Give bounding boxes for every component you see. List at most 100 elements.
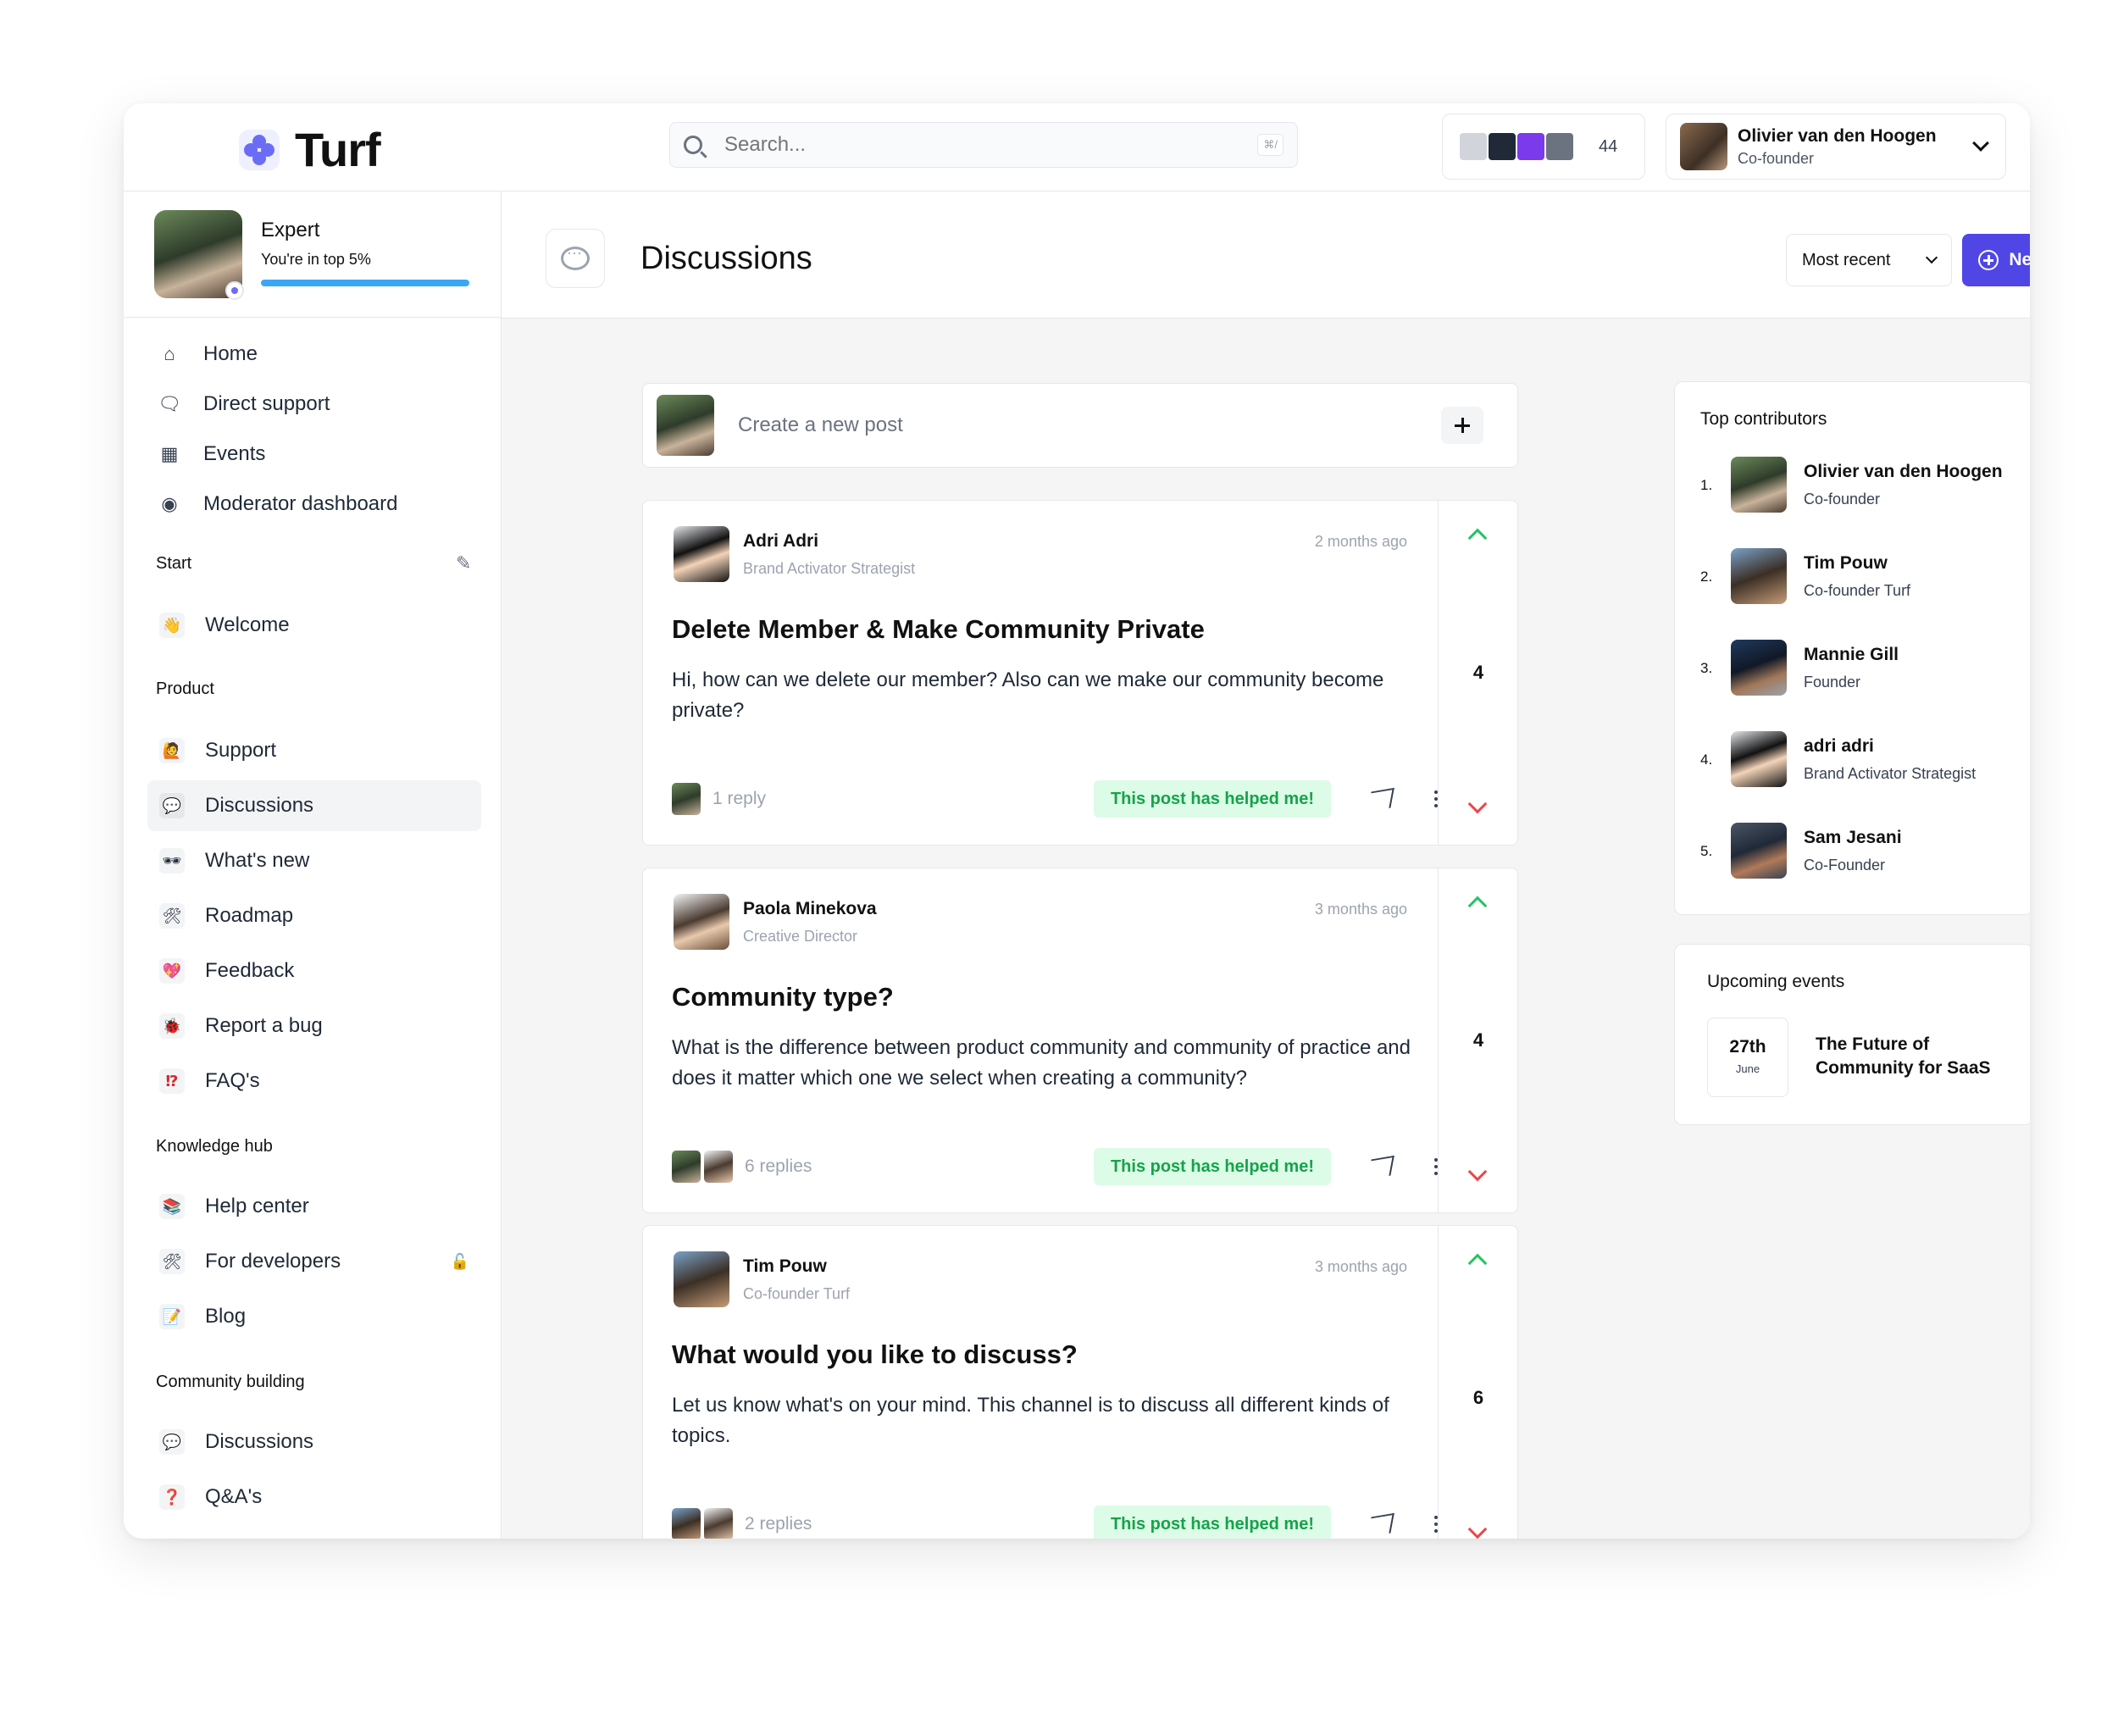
downvote-icon[interactable] <box>1467 1162 1488 1182</box>
member-count: 44 <box>1599 136 1618 156</box>
send-icon[interactable] <box>1368 1154 1394 1179</box>
calendar-icon: ▦ <box>160 443 179 464</box>
contributor-rank: 3. <box>1700 660 1713 676</box>
online-members[interactable]: 44 <box>1442 114 1645 180</box>
search-input[interactable] <box>724 133 1258 157</box>
channel-welcome[interactable]: 👋 Welcome <box>147 600 481 651</box>
reply-count[interactable]: 2 replies <box>745 1514 812 1534</box>
downvote-icon[interactable] <box>1467 1519 1488 1539</box>
post-timestamp: 2 months ago <box>1314 533 1407 550</box>
post-timestamp: 3 months ago <box>1314 901 1407 918</box>
card-title: Upcoming events <box>1707 972 1845 991</box>
contributor-rank: 2. <box>1700 568 1713 585</box>
nav-item-direct-support[interactable]: 🗨 Direct support <box>158 385 330 423</box>
lock-icon: 🔓 <box>450 1252 469 1270</box>
channel-discussions[interactable]: 💬 Discussions <box>147 780 481 831</box>
member-avatar <box>1487 131 1517 162</box>
channel-blog[interactable]: 📝 Blog <box>147 1291 481 1342</box>
channel-for-developers[interactable]: 🛠 For developers 🔓 <box>147 1236 481 1287</box>
upvote-icon[interactable] <box>1467 528 1488 548</box>
helped-button[interactable]: This post has helped me! <box>1093 1506 1331 1539</box>
app-name: Turf <box>295 123 381 176</box>
member-avatar <box>1544 131 1575 162</box>
post-author[interactable]: Tim Pouw <box>743 1256 827 1277</box>
channel-qas[interactable]: ❓ Q&A's <box>147 1472 481 1522</box>
helped-button[interactable]: This post has helped me! <box>1093 1148 1331 1185</box>
channel-label: Roadmap <box>205 904 294 927</box>
contributor-row[interactable]: 3. Mannie Gill Founder <box>1700 640 2014 701</box>
contributor-row[interactable]: 2. Tim Pouw Co-founder Turf <box>1700 548 2014 609</box>
new-post-button[interactable]: New post <box>1962 234 2030 286</box>
post-card[interactable]: Tim Pouw Co-founder Turf 3 months ago Wh… <box>642 1225 1518 1539</box>
event-day: 27th <box>1729 1037 1766 1057</box>
channel-roadmap[interactable]: 🛠 Roadmap <box>147 890 481 941</box>
avatar <box>704 1151 733 1183</box>
channel-label: What's new <box>205 849 310 872</box>
channel-label: Discussions <box>205 1430 314 1453</box>
channel-support[interactable]: 🙋 Support <box>147 725 481 776</box>
channel-community-discussions[interactable]: 💬 Discussions <box>147 1417 481 1467</box>
avatar <box>704 1508 733 1539</box>
plus-icon[interactable] <box>1441 407 1483 444</box>
sort-dropdown[interactable]: Most recent <box>1786 234 1952 286</box>
search-bar[interactable]: ⌘/ <box>669 122 1298 168</box>
contributor-name: adri adri <box>1804 736 1874 756</box>
event-name[interactable]: The Future of Community for SaaS <box>1816 1033 2010 1080</box>
channel-faqs[interactable]: ⁉ FAQ's <box>147 1056 481 1106</box>
send-icon[interactable] <box>1368 1511 1394 1537</box>
channel-label: Report a bug <box>205 1014 323 1037</box>
nav-item-events[interactable]: ▦ Events <box>158 435 266 473</box>
post-title[interactable]: Delete Member & Make Community Private <box>672 614 1205 645</box>
divider <box>124 317 502 318</box>
vote-count: 6 <box>1472 1387 1484 1408</box>
profile-name: Olivier van den Hoogen <box>1738 125 1937 146</box>
contributor-rank: 4. <box>1700 752 1713 768</box>
channel-label: Blog <box>205 1305 247 1328</box>
downvote-icon[interactable] <box>1467 794 1488 814</box>
channel-help-center[interactable]: 📚 Help center <box>147 1181 481 1232</box>
create-post-box[interactable]: Create a new post <box>642 383 1518 468</box>
avatar <box>674 1251 729 1307</box>
avatar <box>1731 731 1787 787</box>
post-footer: 1 reply This post has helped me! <box>672 780 1439 818</box>
post-title[interactable]: Community type? <box>672 982 894 1012</box>
post-card[interactable]: Paola Minekova Creative Director 3 month… <box>642 868 1518 1213</box>
profile-menu[interactable]: Olivier van den Hoogen Co-founder <box>1666 114 2006 180</box>
channel-whats-new[interactable]: 🕶 What's new <box>147 835 481 886</box>
turf-logo-icon <box>239 129 280 170</box>
reply-count[interactable]: 1 reply <box>712 789 766 809</box>
upvote-icon[interactable] <box>1467 896 1488 916</box>
section-label-start: Start <box>156 554 192 573</box>
chat-icon: 🗨 <box>158 393 181 414</box>
post-author[interactable]: Adri Adri <box>743 531 818 552</box>
section-label-product: Product <box>156 679 214 698</box>
contributor-row[interactable]: 1. Olivier van den Hoogen Co-founder <box>1700 457 2014 518</box>
upvote-icon[interactable] <box>1467 1253 1488 1273</box>
logo[interactable]: Turf <box>239 122 381 177</box>
edit-icon[interactable]: ✎ <box>456 552 471 574</box>
channel-label: For developers <box>205 1250 341 1273</box>
channel-report-a-bug[interactable]: 🐞 Report a bug <box>147 1001 481 1051</box>
channel-label: Q&A's <box>205 1485 263 1508</box>
reply-count[interactable]: 6 replies <box>745 1156 812 1177</box>
nav-label: Direct support <box>203 392 330 415</box>
contributor-row[interactable]: 4. adri adri Brand Activator Strategist <box>1700 731 2014 792</box>
post-title[interactable]: What would you like to discuss? <box>672 1339 1078 1370</box>
post-author[interactable]: Paola Minekova <box>743 899 877 919</box>
top-bar: Turf ⌘/ 44 Olivier van den Hoogen Co-fou… <box>124 103 2030 191</box>
avatar <box>672 783 701 815</box>
send-icon[interactable] <box>1368 786 1394 812</box>
post-author-role: Co-founder Turf <box>743 1285 851 1302</box>
nav-item-moderator-dashboard[interactable]: ◉ Moderator dashboard <box>158 485 397 523</box>
nav-label: Moderator dashboard <box>203 492 398 515</box>
upcoming-events-card: Upcoming events 27th June The Future of … <box>1674 944 2030 1125</box>
contributor-row[interactable]: 5. Sam Jesani Co-Founder <box>1700 823 2014 884</box>
user-level-card[interactable]: Expert You're in top 5% <box>154 210 508 302</box>
new-post-label: New post <box>2009 250 2030 269</box>
interrobang-icon: ⁉ <box>159 1068 185 1094</box>
helped-button[interactable]: This post has helped me! <box>1093 780 1331 818</box>
post-card[interactable]: Adri Adri Brand Activator Strategist 2 m… <box>642 500 1518 846</box>
channel-feedback[interactable]: 💖 Feedback <box>147 946 481 996</box>
nav-item-home[interactable]: ⌂ Home <box>158 336 258 373</box>
event-date[interactable]: 27th June <box>1707 1018 1788 1097</box>
